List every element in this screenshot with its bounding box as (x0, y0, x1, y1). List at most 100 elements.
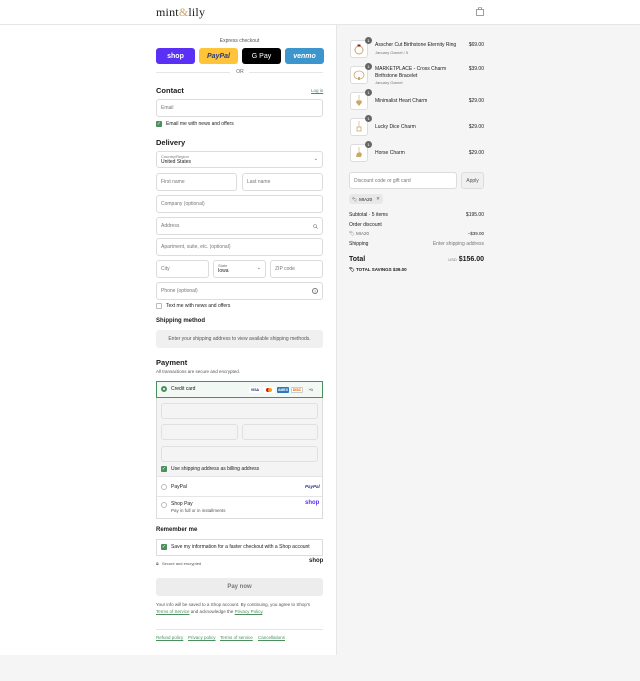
dice-charm-icon (356, 121, 362, 132)
tag-icon: 🏷︎ (349, 267, 355, 272)
shop-pay-option-label: Shop Pay (171, 501, 193, 507)
state-select[interactable]: State Iowa ⌄ (213, 260, 266, 278)
billing-same-label: Use shipping address as billing address (171, 466, 260, 472)
item-variant: January Garnet / 5 (375, 50, 409, 55)
payment-heading: Payment (156, 358, 188, 367)
total-value: $156.00 (458, 256, 484, 263)
discount-value: −$39.00 (467, 231, 484, 236)
paypal-option-label: PayPal (171, 484, 187, 490)
venmo-button[interactable]: venmo (285, 48, 324, 64)
remember-me-heading: Remember me (156, 527, 198, 533)
quantity-badge: 1 (365, 89, 372, 96)
terms-of-service-link[interactable]: Terms of service (220, 635, 253, 640)
divider (157, 476, 322, 477)
page-bottom (0, 655, 640, 681)
subtotal-row: Subtotal · 5 items $195.00 (349, 212, 484, 218)
email-placeholder: Email (161, 105, 174, 111)
privacy-policy-link[interactable]: Privacy policy (188, 635, 216, 640)
logo-text-right: lily (188, 5, 206, 19)
apartment-field[interactable]: Apartment, suite, etc. (optional) (156, 238, 323, 256)
legal-text: Your info will be saved to a Shop accoun… (156, 601, 323, 615)
cancellations-link[interactable]: Cancellations (258, 635, 285, 640)
store-logo[interactable]: mint&lily (156, 5, 205, 20)
text-news-checkbox[interactable] (156, 303, 162, 309)
zip-placeholder: ZIP code (275, 266, 295, 272)
zip-field[interactable]: ZIP code (270, 260, 323, 278)
discount-code: MIA20 (355, 231, 369, 236)
visa-icon: VISA (249, 387, 261, 393)
secure-text: Secure and encrypted (162, 561, 202, 566)
first-name-field[interactable]: First name (156, 173, 237, 191)
legal-text-end: . (262, 609, 264, 614)
card-expiry-field[interactable] (161, 424, 238, 440)
quantity-badge: 1 (365, 37, 372, 44)
privacy-link[interactable]: Privacy Policy (235, 609, 263, 614)
order-discount-row: Order discount (349, 222, 484, 228)
search-icon (313, 224, 318, 229)
site-header: mint&lily (0, 0, 640, 25)
shop-pay-logo: shop (305, 500, 320, 506)
city-field[interactable]: City (156, 260, 209, 278)
paypal-radio[interactable] (161, 484, 167, 490)
discount-code-row: 🏷︎ MIA20 −$39.00 (349, 231, 484, 237)
billing-same-checkbox[interactable]: ✓ (161, 466, 167, 472)
email-field[interactable]: Email (156, 99, 323, 117)
shipping-notice: Enter your shipping address to view avai… (156, 330, 323, 348)
total-row: Total USD $156.00 (349, 256, 484, 263)
paypal-logo: PayPal (305, 484, 320, 489)
shipping-value: Enter shipping address (432, 241, 484, 247)
shop-logo: shop (309, 558, 324, 564)
divider-left (156, 72, 230, 73)
shop-pay-button[interactable]: shop (156, 48, 195, 64)
shopping-bag-icon[interactable] (476, 7, 484, 16)
google-pay-button[interactable]: G Pay (242, 48, 281, 64)
login-link[interactable]: Log in (311, 88, 323, 93)
heart-charm-icon (356, 95, 362, 106)
save-info-label: Save my information for a faster checkou… (171, 544, 310, 550)
paypal-button[interactable]: PayPal (199, 48, 238, 64)
refund-policy-link[interactable]: Refund policy (156, 635, 183, 640)
logo-text-left: mint (156, 5, 179, 19)
last-name-field[interactable]: Last name (242, 173, 323, 191)
total-label: Total (349, 256, 366, 263)
item-variant: January Garnet (375, 80, 403, 85)
card-name-field[interactable] (161, 446, 318, 462)
save-info-checkbox[interactable]: ✓ (161, 544, 167, 550)
discount-placeholder: Discount code or gift card (354, 177, 411, 184)
shipping-row: Shipping Enter shipping address (349, 241, 484, 247)
tag-icon: 🏷︎ (352, 196, 358, 202)
help-icon[interactable]: ? (312, 288, 318, 294)
card-number-field[interactable] (161, 403, 318, 419)
card-cvc-field[interactable] (242, 424, 318, 440)
bracelet-icon (353, 70, 365, 80)
pay-now-button[interactable]: Pay now (156, 578, 323, 596)
legal-text-part2: and acknowledge the (190, 609, 234, 614)
close-icon[interactable]: ✕ (376, 196, 380, 202)
state-value: Iowa (218, 268, 229, 274)
item-price: $29.00 (468, 150, 484, 156)
phone-field[interactable]: Phone (optional) ? (156, 282, 323, 300)
shop-pay-radio[interactable] (161, 502, 167, 508)
email-news-checkbox[interactable]: ✓ (156, 121, 162, 127)
chevron-down-icon: ⌄ (256, 265, 261, 271)
logo-ampersand: & (178, 5, 189, 19)
tag-icon: 🏷︎ (349, 231, 355, 236)
payment-subtitle: All transactions are secure and encrypte… (156, 369, 241, 374)
chevron-down-icon: ⌄ (313, 156, 318, 162)
shop-pay-subtitle: Pay in full or in installments (171, 508, 226, 513)
total-savings-value: $39.00 (392, 267, 407, 272)
footer-divider (156, 629, 323, 630)
subtotal-label: Subtotal · 5 items (349, 212, 388, 218)
item-price: $39.00 (468, 66, 484, 72)
horse-charm-icon (356, 147, 362, 157)
discount-code-input[interactable]: Discount code or gift card (349, 172, 457, 189)
terms-link[interactable]: Terms of Service (156, 609, 190, 614)
country-select[interactable]: Country/Region United States ⌄ (156, 151, 323, 168)
phone-placeholder: Phone (optional) (161, 288, 198, 294)
credit-card-radio[interactable] (161, 386, 167, 392)
apply-button[interactable]: Apply (461, 172, 484, 189)
company-field[interactable]: Company (optional) (156, 195, 323, 213)
address-field[interactable]: Address (156, 217, 323, 235)
country-value: United States (161, 159, 192, 165)
quantity-badge: 1 (365, 141, 372, 148)
